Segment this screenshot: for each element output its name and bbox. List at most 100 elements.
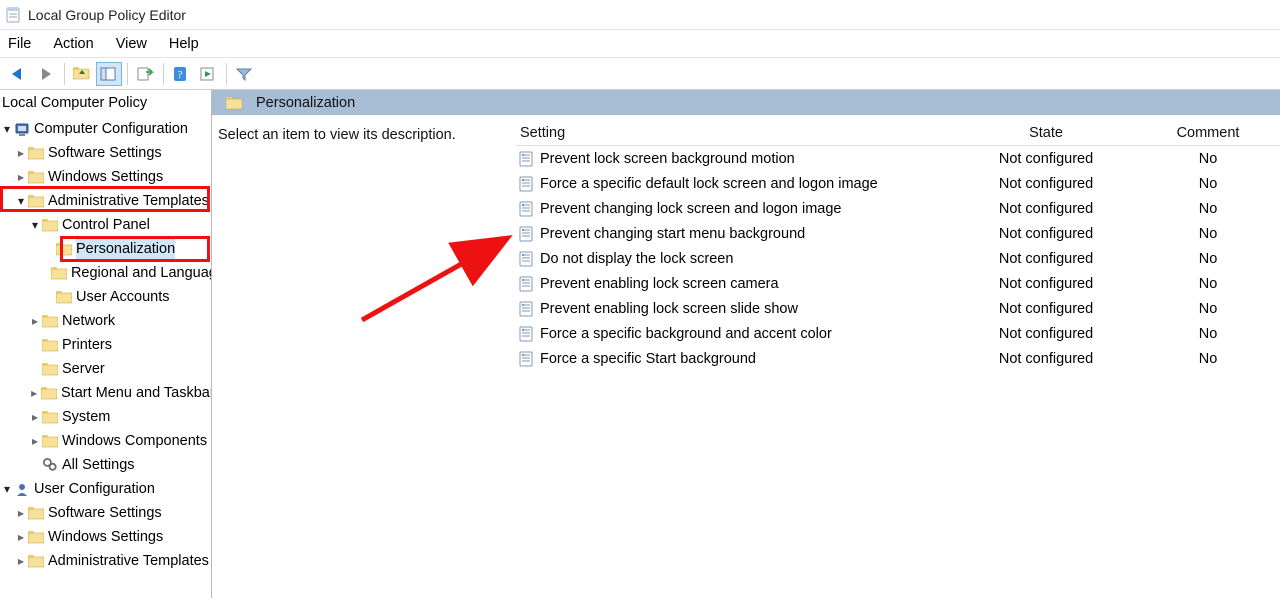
list-item[interactable]: Force a specific Start backgroundNot con… — [516, 346, 1280, 371]
tree-pane[interactable]: Local Computer Policy ▾ Computer Configu… — [0, 90, 212, 598]
tree-item-server[interactable]: Server — [0, 357, 211, 381]
setting-name: Force a specific Start background — [540, 351, 956, 367]
tree-item-user-accounts[interactable]: User Accounts — [0, 285, 211, 309]
help-button[interactable]: ? — [168, 62, 194, 86]
setting-name: Prevent lock screen background motion — [540, 151, 956, 167]
tree-label: Software Settings — [48, 142, 162, 165]
tree-item-user-windows-settings[interactable]: ▸ Windows Settings — [0, 525, 211, 549]
tree-item-user-admin-templates[interactable]: ▸ Administrative Templates — [0, 549, 211, 573]
tree-label: User Configuration — [34, 478, 155, 501]
chevron-down-icon[interactable]: ▾ — [14, 190, 28, 213]
chevron-right-icon[interactable]: ▸ — [28, 310, 42, 333]
tree-label: Network — [62, 310, 115, 333]
show-tree-button[interactable] — [96, 62, 122, 86]
list-item[interactable]: Prevent enabling lock screen slide showN… — [516, 296, 1280, 321]
chevron-right-icon[interactable]: ▸ — [14, 526, 28, 549]
content-pane: Personalization Select an item to view i… — [212, 90, 1280, 598]
panes-icon — [100, 66, 118, 82]
setting-name: Prevent changing start menu background — [540, 226, 956, 242]
setting-name: Prevent enabling lock screen slide show — [540, 301, 956, 317]
tree-item-win-components[interactable]: ▸ Windows Components — [0, 429, 211, 453]
list-item[interactable]: Prevent enabling lock screen cameraNot c… — [516, 271, 1280, 296]
settings-list[interactable]: Setting State Comment Prevent lock scree… — [516, 121, 1280, 371]
menu-bar: File Action View Help — [0, 30, 1280, 58]
list-item[interactable]: Prevent changing lock screen and logon i… — [516, 196, 1280, 221]
back-icon — [9, 66, 29, 82]
chevron-right-icon[interactable]: ▸ — [14, 550, 28, 573]
policy-icon — [518, 201, 534, 217]
toolbar-separator — [64, 63, 65, 85]
tree-item-software-settings[interactable]: ▸ Software Settings — [0, 141, 211, 165]
filter-button[interactable] — [231, 62, 257, 86]
chevron-right-icon[interactable]: ▸ — [14, 166, 28, 189]
sheet-play-icon — [199, 66, 217, 82]
forward-button[interactable] — [33, 62, 59, 86]
app-icon — [6, 7, 22, 23]
chevron-right-icon[interactable]: ▸ — [14, 502, 28, 525]
chevron-right-icon[interactable]: ▸ — [28, 430, 42, 453]
tree-item-control-panel[interactable]: ▾ Control Panel — [0, 213, 211, 237]
properties-button[interactable] — [195, 62, 221, 86]
setting-name: Do not display the lock screen — [540, 251, 956, 267]
setting-comment: No — [1136, 251, 1280, 267]
tree-item-start-menu[interactable]: ▸ Start Menu and Taskbar — [0, 381, 211, 405]
tree-item-network[interactable]: ▸ Network — [0, 309, 211, 333]
setting-state: Not configured — [956, 326, 1136, 342]
chevron-down-icon[interactable]: ▾ — [28, 214, 42, 237]
tree-label: Regional and Language — [71, 262, 211, 285]
svg-text:?: ? — [178, 69, 183, 81]
menu-view[interactable]: View — [116, 36, 147, 52]
tree-item-all-settings[interactable]: All Settings — [0, 453, 211, 477]
setting-comment: No — [1136, 201, 1280, 217]
description-column: Select an item to view its description. — [216, 121, 516, 371]
setting-comment: No — [1136, 151, 1280, 167]
menu-help[interactable]: Help — [169, 36, 199, 52]
column-comment[interactable]: Comment — [1136, 121, 1280, 145]
tree-label: User Accounts — [76, 286, 170, 309]
tree-item-system[interactable]: ▸ System — [0, 405, 211, 429]
list-item[interactable]: Force a specific background and accent c… — [516, 321, 1280, 346]
tree-label: Personalization — [76, 238, 175, 261]
back-button[interactable] — [6, 62, 32, 86]
tree-item-printers[interactable]: Printers — [0, 333, 211, 357]
export-list-icon — [136, 66, 154, 82]
chevron-right-icon[interactable]: ▸ — [14, 142, 28, 165]
menu-file[interactable]: File — [8, 36, 31, 52]
up-button[interactable] — [69, 62, 95, 86]
tree-item-windows-settings[interactable]: ▸ Windows Settings — [0, 165, 211, 189]
list-item[interactable]: Prevent lock screen background motionNot… — [516, 146, 1280, 171]
tree-computer-configuration[interactable]: ▾ Computer Configuration — [0, 117, 211, 141]
tree-root[interactable]: Local Computer Policy — [0, 90, 211, 117]
tree-label: Windows Settings — [48, 526, 163, 549]
folder-icon — [42, 434, 58, 448]
chevron-right-icon[interactable]: ▸ — [27, 382, 41, 405]
toolbar: ? — [0, 58, 1280, 90]
chevron-down-icon[interactable]: ▾ — [0, 478, 14, 501]
tree-item-user-software-settings[interactable]: ▸ Software Settings — [0, 501, 211, 525]
policy-icon — [518, 301, 534, 317]
setting-comment: No — [1136, 326, 1280, 342]
folder-icon — [28, 170, 44, 184]
column-setting[interactable]: Setting — [516, 121, 956, 145]
list-item[interactable]: Force a specific default lock screen and… — [516, 171, 1280, 196]
column-state[interactable]: State — [956, 121, 1136, 145]
chevron-right-icon[interactable]: ▸ — [28, 406, 42, 429]
list-item[interactable]: Do not display the lock screenNot config… — [516, 246, 1280, 271]
tree-label: Start Menu and Taskbar — [61, 382, 211, 405]
tree-item-admin-templates[interactable]: ▾ Administrative Templates — [0, 189, 211, 213]
toolbar-separator — [226, 63, 227, 85]
tree-item-regional[interactable]: Regional and Language — [0, 261, 211, 285]
folder-icon — [28, 146, 44, 160]
tree-item-personalization[interactable]: Personalization — [0, 237, 211, 261]
tree-user-configuration[interactable]: ▾ User Configuration — [0, 477, 211, 501]
menu-action[interactable]: Action — [53, 36, 93, 52]
list-item[interactable]: Prevent changing start menu backgroundNo… — [516, 221, 1280, 246]
setting-state: Not configured — [956, 176, 1136, 192]
list-header[interactable]: Setting State Comment — [516, 121, 1280, 146]
folder-icon — [56, 242, 72, 256]
export-button[interactable] — [132, 62, 158, 86]
chevron-down-icon[interactable]: ▾ — [0, 118, 14, 141]
folder-icon — [28, 554, 44, 568]
tree-label: Control Panel — [62, 214, 150, 237]
setting-comment: No — [1136, 351, 1280, 367]
